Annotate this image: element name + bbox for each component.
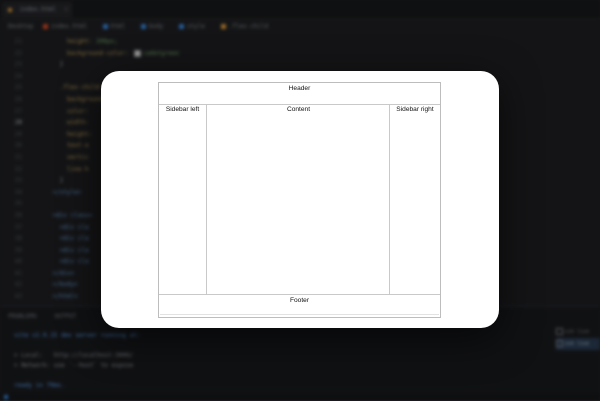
layout-sidebar-right: Sidebar right bbox=[389, 105, 440, 294]
layout-sidebar-left: Sidebar left bbox=[159, 105, 207, 294]
divider bbox=[160, 314, 439, 315]
layout-header: Header bbox=[159, 83, 440, 105]
page-layout-preview: Header Sidebar left Content Sidebar righ… bbox=[158, 82, 441, 318]
preview-card: Header Sidebar left Content Sidebar righ… bbox=[101, 71, 499, 328]
layout-content: Content bbox=[286, 106, 311, 113]
